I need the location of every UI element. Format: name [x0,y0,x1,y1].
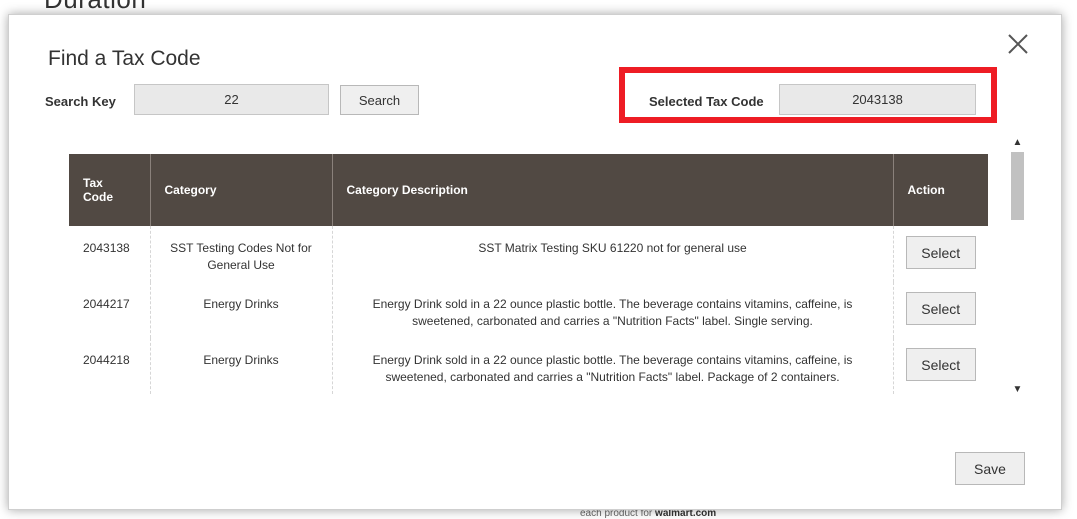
table-row: 2044217 Energy Drinks Energy Drink sold … [69,282,988,338]
scroll-up-arrow-icon[interactable]: ▲ [1009,136,1026,150]
table-header-row: Tax Code Category Category Description A… [69,154,988,226]
scroll-thumb[interactable] [1011,152,1024,220]
column-header-action: Action [893,154,988,226]
table-scrollbar[interactable]: ▲ ▼ [1009,136,1026,397]
category-cell: Energy Drinks [150,282,333,338]
find-tax-code-modal: Find a Tax Code Search Key Search Select… [8,14,1062,510]
category-cell: Energy Drinks [150,338,333,394]
column-header-category-description: Category Description [332,154,894,226]
description-cell: Energy Drink sold in a 22 ounce plastic … [332,338,894,394]
close-icon[interactable] [1007,33,1029,55]
tax-code-cell: 2044218 [69,338,151,394]
category-cell: SST Testing Codes Not for General Use [150,226,333,282]
column-header-category: Category [150,154,333,226]
description-cell: Energy Drink sold in a 22 ounce plastic … [332,282,894,338]
tax-code-table: Tax Code Category Category Description A… [69,154,988,394]
selected-tax-code-field[interactable] [779,84,976,115]
action-cell: Select [893,282,988,338]
search-key-label: Search Key [45,94,116,109]
tax-code-cell: 2043138 [69,226,151,282]
column-header-tax-code: Tax Code [69,154,151,226]
table-row: 2044218 Energy Drinks Energy Drink sold … [69,338,988,394]
search-button[interactable]: Search [340,85,419,115]
table-row: 2043138 SST Testing Codes Not for Genera… [69,226,988,282]
scroll-down-arrow-icon[interactable]: ▼ [1009,383,1026,397]
action-cell: Select [893,338,988,394]
select-button[interactable]: Select [905,348,976,381]
select-button[interactable]: Select [905,236,976,269]
selected-tax-code-label: Selected Tax Code [649,94,764,109]
select-button[interactable]: Select [905,292,976,325]
save-button[interactable]: Save [955,452,1025,485]
search-key-input[interactable] [134,84,329,115]
tax-code-table-container: Tax Code Category Category Description A… [69,154,988,397]
tax-code-cell: 2044217 [69,282,151,338]
modal-title: Find a Tax Code [48,47,201,70]
description-cell: SST Matrix Testing SKU 61220 not for gen… [332,226,894,282]
action-cell: Select [893,226,988,282]
background-page-heading: Duration [44,0,146,15]
